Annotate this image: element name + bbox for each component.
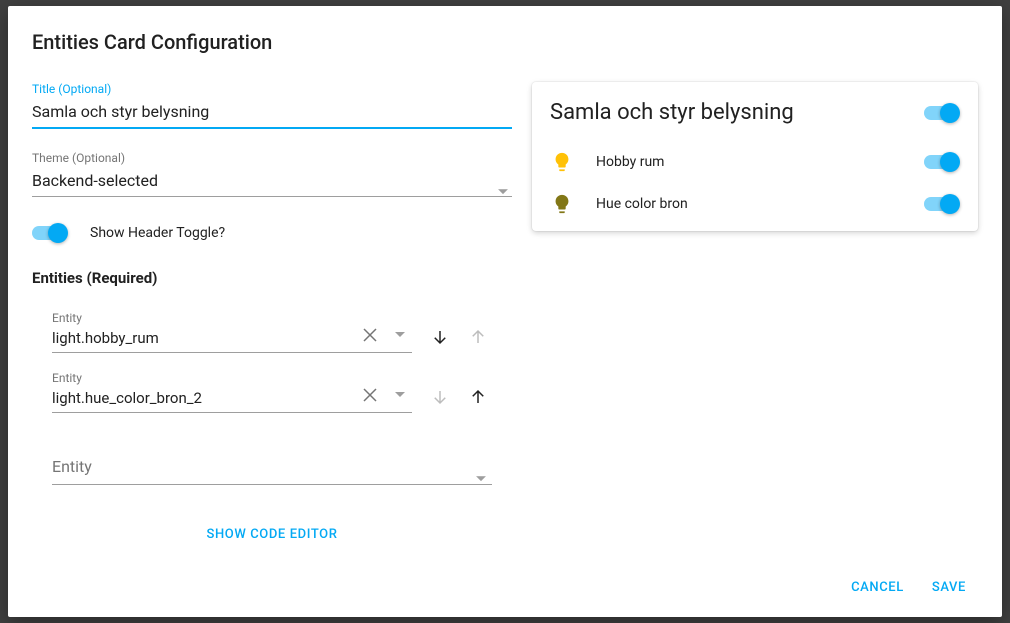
- move-down-button[interactable]: [428, 325, 452, 349]
- title-input[interactable]: [32, 98, 512, 129]
- clear-icon[interactable]: [358, 323, 382, 347]
- header-toggle-row: Show Header Toggle?: [32, 219, 512, 243]
- dialog-title: Entities Card Configuration: [32, 30, 978, 54]
- preview-title: Samla och styr belysning: [550, 100, 794, 125]
- lightbulb-icon: [550, 151, 574, 173]
- title-field: Title (Optional): [32, 82, 512, 129]
- cancel-button[interactable]: CANCEL: [847, 574, 908, 601]
- preview-row-name: Hobby rum: [596, 154, 924, 170]
- entities-heading: Entities (Required): [32, 269, 512, 287]
- preview-row: Hobby rum: [550, 141, 960, 183]
- header-toggle-label: Show Header Toggle?: [90, 225, 225, 241]
- entity-placeholder: Entity: [52, 453, 492, 485]
- lightbulb-icon: [550, 193, 574, 215]
- preview-card: Samla och styr belysning Hobby rum: [532, 82, 978, 231]
- preview-row: Hue color bron: [550, 183, 960, 225]
- entity-field: Entity: [52, 371, 412, 413]
- preview-row-toggle[interactable]: [924, 152, 960, 172]
- preview-pane: Samla och styr belysning Hobby rum: [532, 82, 978, 566]
- config-form: Title (Optional) Theme (Optional) Backen…: [32, 82, 512, 566]
- preview-row-toggle[interactable]: [924, 194, 960, 214]
- entity-field: Entity: [52, 311, 412, 353]
- show-code-editor: SHOW CODE EDITOR: [32, 523, 512, 542]
- dialog-actions: CANCEL SAVE: [32, 566, 978, 605]
- chevron-down-icon[interactable]: [388, 323, 412, 347]
- config-dialog: Entities Card Configuration Title (Optio…: [8, 6, 1002, 617]
- save-button[interactable]: SAVE: [928, 574, 970, 601]
- theme-label: Theme (Optional): [32, 151, 512, 165]
- header-toggle-switch[interactable]: [32, 223, 68, 243]
- entity-row: Entity: [32, 311, 512, 353]
- theme-select[interactable]: Backend-selected: [32, 167, 512, 197]
- entity-empty-field[interactable]: Entity: [32, 453, 492, 485]
- clear-icon[interactable]: [358, 383, 382, 407]
- entity-row: Entity: [32, 371, 512, 413]
- chevron-down-icon[interactable]: [388, 383, 412, 407]
- preview-row-name: Hue color bron: [596, 196, 924, 212]
- move-down-button: [428, 385, 452, 409]
- move-up-button[interactable]: [466, 385, 490, 409]
- move-up-button: [466, 325, 490, 349]
- preview-header: Samla och styr belysning: [550, 100, 960, 125]
- theme-value: Backend-selected: [32, 167, 512, 197]
- title-label: Title (Optional): [32, 82, 512, 96]
- dialog-content: Title (Optional) Theme (Optional) Backen…: [32, 82, 978, 566]
- show-code-editor-button[interactable]: SHOW CODE EDITOR: [206, 527, 337, 542]
- theme-field: Theme (Optional) Backend-selected: [32, 151, 512, 197]
- preview-header-toggle[interactable]: [924, 103, 960, 123]
